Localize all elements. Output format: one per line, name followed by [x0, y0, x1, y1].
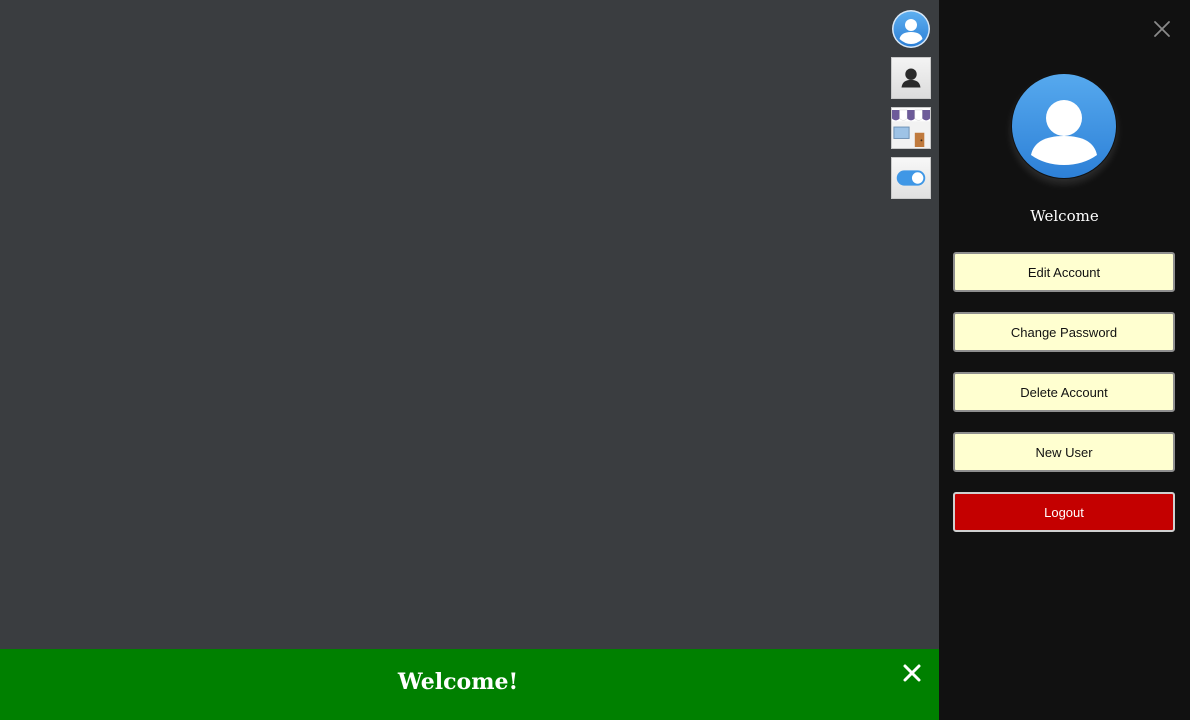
user-avatar-icon: [1012, 74, 1116, 178]
logout-button[interactable]: Logout: [953, 492, 1175, 532]
store-tool-button[interactable]: [891, 107, 931, 149]
workspace-canvas: Welcome!: [0, 0, 939, 720]
banner-close-button[interactable]: [902, 663, 922, 683]
user-avatar-icon: [892, 10, 930, 48]
toggle-switch-icon: [896, 170, 926, 186]
welcome-banner: Welcome!: [0, 649, 939, 720]
storefront-icon: [892, 108, 930, 147]
panel-close-button[interactable]: [1151, 18, 1173, 40]
settings-toggle-tool-button[interactable]: [891, 157, 931, 199]
close-icon: [1154, 21, 1170, 37]
person-silhouette-icon: [901, 68, 921, 88]
account-panel: Welcome Edit Account Change Password Del…: [939, 0, 1190, 720]
banner-message: Welcome!: [397, 669, 519, 695]
account-avatar: [1011, 73, 1117, 179]
close-icon: [903, 664, 921, 682]
user-avatar-tool-button[interactable]: [891, 8, 931, 50]
welcome-label: Welcome: [1030, 207, 1099, 225]
delete-account-button[interactable]: Delete Account: [953, 372, 1175, 412]
change-password-button[interactable]: Change Password: [953, 312, 1175, 352]
new-user-button[interactable]: New User: [953, 432, 1175, 472]
user-profile-tool-button[interactable]: [891, 57, 931, 99]
edit-account-button[interactable]: Edit Account: [953, 252, 1175, 292]
